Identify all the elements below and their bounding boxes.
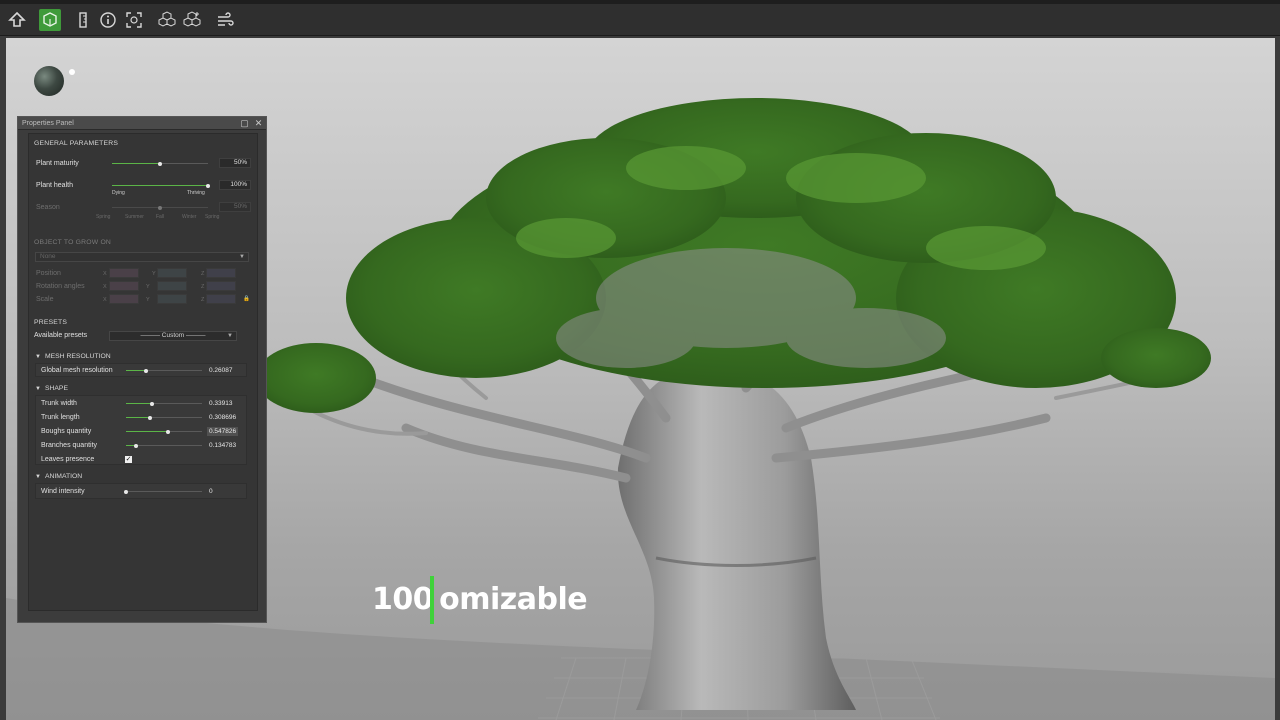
trunk-length-label: Trunk length [41, 414, 80, 421]
trunk-length-slider[interactable] [126, 415, 202, 420]
branches-quantity-label: Branches quantity [41, 442, 98, 449]
ruler-icon[interactable] [72, 9, 94, 31]
trunk-length-value[interactable]: 0.308696 [209, 414, 236, 421]
grow-on-dropdown: None ▼ [35, 252, 249, 262]
axis-y: Y [152, 271, 156, 277]
plant-maturity-label: Plant maturity [36, 160, 79, 167]
cubes-icon[interactable] [156, 9, 178, 31]
season-value: 50% [219, 202, 251, 212]
position-x-field [109, 268, 139, 278]
wind-intensity-value[interactable]: 0 [209, 488, 213, 495]
shape-header: SHAPE [44, 385, 68, 392]
branches-quantity-value[interactable]: 0.134783 [209, 442, 236, 449]
scale-y-field [157, 294, 187, 304]
position-z-field [206, 268, 236, 278]
season-tick-spring: Spring [96, 214, 111, 220]
grow-on-header: OBJECT TO GROW ON [34, 239, 112, 246]
leaves-presence-label: Leaves presence [41, 456, 95, 463]
light-direction-dot[interactable] [69, 69, 75, 75]
axis-x: X [103, 271, 107, 277]
plant-maturity-value[interactable]: 50% [219, 158, 251, 168]
add-cubes-icon[interactable] [181, 9, 203, 31]
text-caret [430, 576, 434, 624]
maximize-icon[interactable]: ▢ [240, 119, 249, 128]
axis-y: Y [146, 284, 150, 290]
wind-intensity-label: Wind intensity [41, 488, 85, 495]
trunk-width-slider[interactable] [126, 401, 202, 406]
axis-z: Z [201, 284, 205, 290]
panel-title: Properties Panel [22, 119, 74, 127]
axis-x: X [103, 297, 107, 303]
season-label: Season [36, 204, 60, 211]
plant-health-label: Plant health [36, 182, 73, 189]
close-icon[interactable]: ✕ [254, 119, 263, 128]
global-mesh-resolution-slider[interactable] [126, 368, 202, 373]
presets-dropdown[interactable]: ——— Custom ——— ▼ [109, 331, 237, 341]
caption-left: 100 [372, 582, 434, 617]
plant-cube-icon[interactable] [39, 9, 61, 31]
axis-z: Z [201, 297, 205, 303]
plant-health-value[interactable]: 100% [219, 180, 251, 190]
rotation-label: Rotation angles [36, 283, 85, 290]
plant-maturity-slider[interactable] [112, 161, 208, 166]
collapse-arrow-icon: ▼ [35, 354, 41, 360]
chevron-down-icon: ▼ [227, 333, 233, 339]
presets-header: PRESETS [34, 319, 68, 326]
trunk-width-label: Trunk width [41, 400, 77, 407]
global-mesh-resolution-label: Global mesh resolution [41, 367, 113, 374]
season-tick-summer: Summer [125, 214, 144, 220]
grow-on-value: None [40, 253, 56, 260]
boughs-quantity-slider[interactable] [126, 429, 202, 434]
available-presets-label: Available presets [34, 332, 88, 339]
health-max-label: Thriving [187, 190, 205, 196]
panel-title-bar[interactable]: Properties Panel ▢ ✕ [18, 117, 266, 130]
info-icon[interactable] [97, 9, 119, 31]
general-parameters-header: GENERAL PARAMETERS [34, 140, 119, 147]
global-mesh-resolution-value[interactable]: 0.26087 [209, 367, 233, 374]
upload-icon[interactable] [6, 9, 28, 31]
axis-x: X [103, 284, 107, 290]
trunk-width-value[interactable]: 0.33913 [209, 400, 233, 407]
branches-quantity-slider[interactable] [126, 443, 202, 448]
scale-x-field [109, 294, 139, 304]
axis-z: Z [201, 271, 205, 277]
properties-panel: Properties Panel ▢ ✕ GENERAL PARAMETERS … [17, 116, 267, 623]
boughs-quantity-value[interactable]: 0.547826 [207, 427, 239, 436]
panel-content: GENERAL PARAMETERS Plant maturity 50% Pl… [28, 133, 258, 611]
focus-icon[interactable] [123, 9, 145, 31]
viewport-right-border [1275, 36, 1280, 720]
axis-y: Y [146, 297, 150, 303]
season-tick-fall: Fall [156, 214, 165, 220]
leaves-presence-checkbox[interactable]: ✓ [125, 456, 132, 463]
chevron-down-icon: ▼ [239, 254, 245, 260]
app-window: Properties Panel ▢ ✕ GENERAL PARAMETERS … [0, 0, 1280, 720]
rotation-x-field [109, 281, 139, 291]
wind-intensity-slider[interactable] [124, 489, 202, 494]
season-tick-spring-end: Spring [205, 214, 220, 220]
plant-health-slider[interactable] [112, 183, 210, 188]
season-tick-winter: Winter [182, 214, 197, 220]
toolbar [0, 4, 1280, 36]
position-y-field [157, 268, 187, 278]
animation-header: ANIMATION [44, 473, 83, 480]
collapse-arrow-icon: ▼ [35, 474, 41, 480]
rotation-z-field [206, 281, 236, 291]
health-min-label: Dying [112, 190, 125, 196]
presets-selected: ——— Custom ——— [140, 332, 206, 339]
position-label: Position [36, 270, 61, 277]
rotation-y-field [157, 281, 187, 291]
lock-icon: 🔒 [243, 296, 250, 302]
wind-icon[interactable] [214, 9, 236, 31]
season-slider[interactable] [112, 205, 208, 210]
caption-right: omizable [439, 582, 588, 617]
mesh-resolution-header: MESH RESOLUTION [44, 353, 111, 360]
collapse-arrow-icon: ▼ [35, 386, 41, 392]
light-sphere-gizmo[interactable] [34, 66, 64, 96]
video-caption: 100 omizable [372, 582, 588, 617]
scale-z-field [206, 294, 236, 304]
boughs-quantity-label: Boughs quantity [41, 428, 92, 435]
scale-label: Scale [36, 296, 54, 303]
